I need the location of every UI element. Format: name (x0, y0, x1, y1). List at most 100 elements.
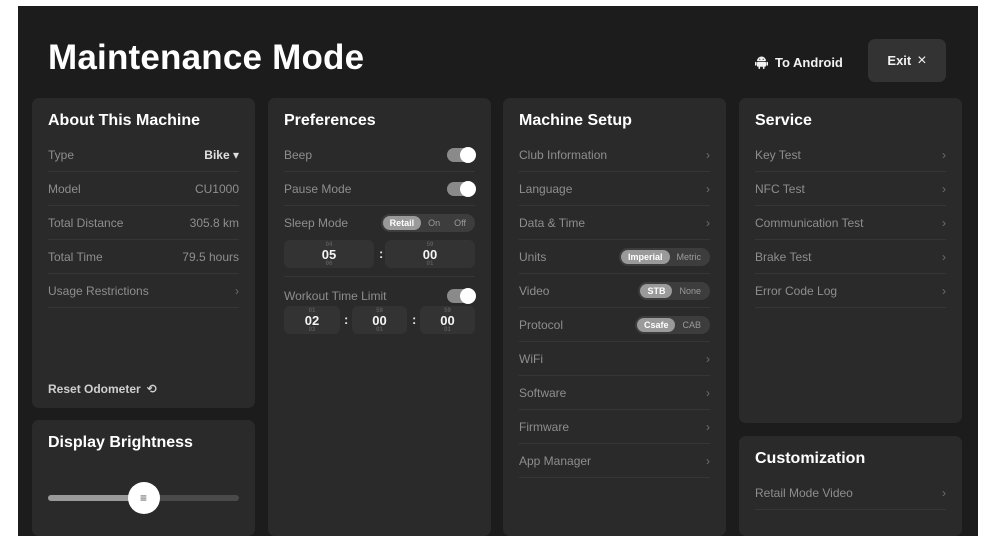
units-option-metric[interactable]: Metric (670, 250, 709, 264)
chevron-right-icon: › (942, 283, 946, 298)
app-manager-row[interactable]: App Manager › (519, 444, 710, 478)
sleep-minutes-field[interactable]: 59 00 01 (385, 240, 475, 268)
sleep-option-retail[interactable]: Retail (382, 216, 422, 230)
video-row: Video STB None (519, 274, 710, 308)
units-selector[interactable]: Imperial Metric (618, 247, 710, 266)
usage-restrictions-row[interactable]: Usage Restrictions › (48, 274, 239, 308)
beep-row: Beep (284, 138, 476, 172)
firmware-row[interactable]: Firmware › (519, 410, 710, 444)
to-android-button[interactable]: To Android (755, 52, 843, 72)
total-time-row: Total Time 79.5 hours (48, 240, 239, 274)
chevron-right-icon: › (706, 419, 710, 434)
total-time-label: Total Time (48, 249, 103, 264)
brake-test-label: Brake Test (755, 249, 812, 264)
protocol-option-cab[interactable]: CAB (675, 318, 708, 332)
workout-minutes-value: 00 (372, 312, 387, 328)
workout-hours-field[interactable]: 01 02 03 (284, 306, 340, 334)
sleep-mode-selector[interactable]: Retail On Off (380, 214, 475, 232)
reset-odometer-label: Reset Odometer (48, 382, 141, 396)
ghost-digits: 59 (426, 242, 434, 248)
chevron-right-icon: › (942, 215, 946, 230)
preferences-card: Preferences Beep Pause Mode Sleep Mode R… (268, 98, 491, 536)
language-row[interactable]: Language › (519, 172, 710, 206)
customization-title: Customization (755, 450, 866, 467)
date-time-row[interactable]: Data & Time › (519, 206, 710, 240)
machine-setup-title: Machine Setup (519, 112, 632, 129)
workout-minutes-field[interactable]: 59 00 01 (352, 306, 407, 334)
type-dropdown[interactable]: Bike ▾ (204, 148, 239, 162)
model-label: Model (48, 181, 81, 196)
error-code-log-label: Error Code Log (755, 283, 838, 298)
toggle-knob (460, 180, 476, 197)
video-label: Video (519, 283, 550, 298)
workout-time-limit-toggle[interactable] (447, 288, 476, 304)
video-option-stb[interactable]: STB (640, 283, 673, 298)
date-time-label: Data & Time (519, 215, 586, 230)
workout-seconds-field[interactable]: 59 00 01 (420, 306, 475, 334)
total-distance-label: Total Distance (48, 215, 124, 230)
communication-test-label: Communication Test (755, 215, 864, 230)
error-code-log-row[interactable]: Error Code Log › (755, 274, 946, 308)
ghost-digits: 59 (444, 308, 451, 314)
chevron-right-icon: › (706, 351, 710, 366)
nfc-test-row[interactable]: NFC Test › (755, 172, 946, 206)
maintenance-screen: Maintenance Mode To Android Exit × About… (18, 6, 978, 536)
firmware-label: Firmware (519, 419, 569, 434)
toggle-knob (460, 146, 476, 163)
ghost-digits: 06 (325, 261, 333, 267)
model-value: CU1000 (194, 181, 239, 196)
wifi-row[interactable]: WiFi › (519, 342, 710, 376)
brightness-slider[interactable]: ≡ (48, 482, 239, 514)
close-icon: × (917, 51, 927, 69)
chevron-right-icon: › (706, 385, 710, 400)
reset-odometer-button[interactable]: Reset Odometer ⟲ (48, 382, 157, 396)
total-time-value: 79.5 hours (182, 249, 239, 264)
software-row[interactable]: Software › (519, 376, 710, 410)
brake-test-row[interactable]: Brake Test › (755, 240, 946, 274)
drag-handle-icon: ≡ (139, 491, 147, 505)
time-separator: : (379, 246, 384, 261)
video-option-none[interactable]: None (672, 284, 708, 298)
retail-mode-video-label: Retail Mode Video (755, 485, 853, 500)
wifi-label: WiFi (519, 351, 543, 366)
beep-label: Beep (284, 147, 313, 162)
video-selector[interactable]: STB None (638, 281, 710, 300)
exit-button[interactable]: Exit × (868, 39, 946, 82)
android-icon (755, 55, 768, 69)
club-information-row[interactable]: Club Information › (519, 138, 710, 172)
pause-mode-toggle[interactable] (447, 180, 476, 197)
communication-test-row[interactable]: Communication Test › (755, 206, 946, 240)
sleep-mode-row: Sleep Mode Retail On Off (284, 206, 475, 240)
sleep-hours-field[interactable]: 04 05 06 (284, 240, 374, 268)
chevron-right-icon: › (706, 147, 710, 162)
key-test-label: Key Test (755, 147, 801, 162)
sleep-minutes-value: 00 (422, 246, 438, 262)
key-test-row[interactable]: Key Test › (755, 138, 946, 172)
workout-time-limit-label: Workout Time Limit (284, 289, 387, 303)
time-separator: : (344, 312, 349, 327)
sleep-hours-value: 05 (321, 246, 337, 262)
type-row[interactable]: Type Bike ▾ (48, 138, 239, 172)
protocol-option-csafe[interactable]: Csafe (636, 317, 676, 332)
retail-mode-video-row[interactable]: Retail Mode Video › (755, 476, 946, 510)
about-machine-card: About This Machine Type Bike ▾ Model CU1… (32, 98, 255, 408)
language-label: Language (519, 181, 573, 196)
ghost-digits: 01 (376, 327, 383, 333)
chevron-right-icon: › (942, 147, 946, 162)
sleep-mode-label: Sleep Mode (284, 216, 349, 230)
sleep-option-off[interactable]: Off (447, 216, 473, 230)
ghost-digits: 59 (376, 308, 383, 314)
protocol-selector[interactable]: Csafe CAB (634, 315, 710, 334)
sleep-option-on[interactable]: On (421, 216, 447, 230)
brightness-slider-handle[interactable]: ≡ (127, 482, 160, 514)
display-brightness-card: Display Brightness ≡ (32, 420, 255, 536)
chevron-right-icon: › (942, 181, 946, 196)
units-option-imperial[interactable]: Imperial (620, 249, 670, 264)
beep-toggle[interactable] (447, 146, 476, 163)
chevron-right-icon: › (942, 485, 946, 500)
ghost-digits: 01 (444, 327, 451, 333)
units-label: Units (519, 249, 547, 264)
pause-mode-label: Pause Mode (284, 181, 352, 196)
ghost-digits: 03 (308, 327, 316, 333)
chevron-right-icon: › (942, 249, 946, 264)
